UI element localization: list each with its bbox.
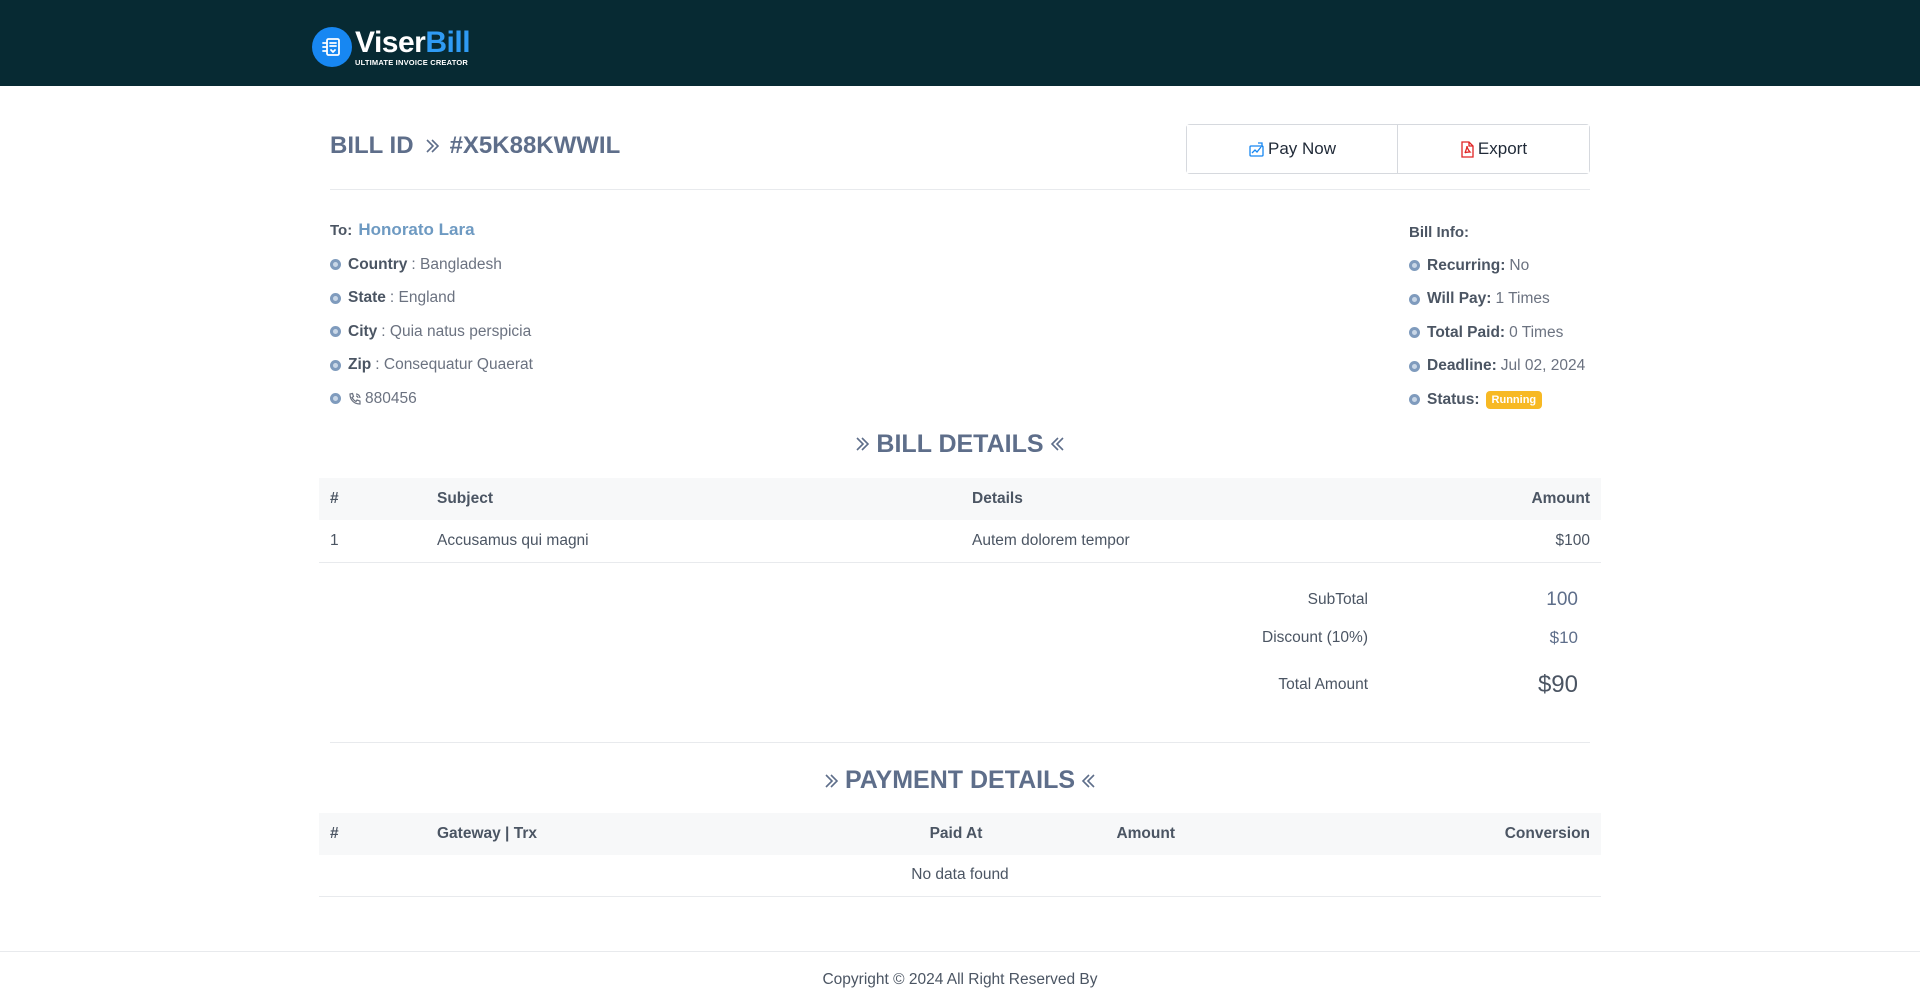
- double-chevron-right-icon: [823, 773, 839, 789]
- total-value: $90: [1537, 670, 1578, 698]
- column-header: Amount: [1421, 478, 1601, 520]
- export-button[interactable]: Export: [1398, 125, 1589, 173]
- bullet-icon: [1409, 394, 1420, 406]
- recurring-value: No: [1509, 256, 1530, 274]
- list-item: Deadline: Jul 02, 2024: [1409, 350, 1585, 384]
- bullet-icon: [330, 259, 341, 271]
- total-paid-value: 0 Times: [1509, 323, 1564, 341]
- discount-row: Discount (10%) $10: [1168, 628, 1578, 648]
- export-label: Export: [1477, 139, 1528, 158]
- totals-section: SubTotal 100 Discount (10%) $10 Total Am…: [330, 563, 1590, 743]
- payment-details-table: # Gateway | Trx Paid At Amount Conversio…: [319, 812, 1601, 897]
- bill-id-title: BILL ID #X5K88KWWIL: [330, 132, 620, 160]
- discount-label: Discount (10%): [1262, 628, 1368, 646]
- double-chevron-left-icon: [1050, 436, 1066, 452]
- total-label: Total Amount: [1278, 675, 1368, 693]
- copyright-text: Copyright © 2024 All Right Reserved By: [822, 971, 1098, 988]
- list-item: Total Paid: 0 Times: [1409, 316, 1585, 350]
- bill-details-title: BILL DETAILS: [330, 426, 1590, 462]
- bullet-icon: [330, 326, 341, 338]
- brand-name: ViserBill: [355, 25, 471, 59]
- bill-id-label: BILL ID: [330, 132, 414, 159]
- subtotal-row: SubTotal 100: [1168, 589, 1578, 611]
- list-item: Will Pay: 1 Times: [1409, 283, 1585, 317]
- column-header: Gateway | Trx: [426, 812, 876, 855]
- double-chevron-right-icon: [854, 436, 870, 452]
- invoice-icon: [312, 27, 352, 67]
- bullet-icon: [1409, 293, 1420, 305]
- list-item: Zip: Consequatur Quaerat: [330, 349, 533, 383]
- double-chevron-left-icon: [1081, 773, 1097, 789]
- bill-info-title: Bill Info:: [1409, 224, 1469, 241]
- bill-header: BILL ID #X5K88KWWIL Pay Now Export: [330, 86, 1590, 190]
- table-row: 1 Accusamus qui magni Autem dolorem temp…: [319, 520, 1601, 563]
- empty-state-text: No data found: [319, 854, 1601, 897]
- list-item: Status: Running: [1409, 383, 1585, 417]
- discount-value: $10: [1549, 627, 1578, 647]
- column-header: Subject: [426, 478, 961, 520]
- bill-page: BILL ID #X5K88KWWIL Pay Now Export To: H…: [319, 86, 1601, 897]
- table-cell: Accusamus qui magni: [426, 520, 961, 563]
- recipient-zip: Consequatur Quaerat: [383, 356, 533, 374]
- bill-id-value: #X5K88KWWIL: [449, 132, 621, 159]
- top-header: ViserBill ULTIMATE INVOICE CREATOR: [0, 0, 1920, 86]
- recipient-state: England: [398, 289, 456, 307]
- recipient-address-list: Country: Bangladesh State: England City:…: [330, 248, 533, 416]
- table-header-row: # Gateway | Trx Paid At Amount Conversio…: [319, 812, 1601, 855]
- subtotal-label: SubTotal: [1307, 590, 1368, 608]
- column-header: Conversion: [1186, 812, 1601, 855]
- bullet-icon: [1409, 360, 1420, 372]
- brand-tagline: ULTIMATE INVOICE CREATOR: [355, 57, 468, 67]
- brand-logo[interactable]: ViserBill ULTIMATE INVOICE CREATOR: [312, 25, 471, 67]
- subtotal-value: 100: [1546, 588, 1578, 610]
- bill-meta-block: Bill Info: Recurring: No Will Pay: 1 Times…: [1409, 224, 1585, 417]
- bullet-icon: [1409, 327, 1420, 339]
- status-badge: Running: [1485, 390, 1543, 409]
- payment-details-title: PAYMENT DETAILS: [330, 763, 1590, 799]
- table-cell: 1: [319, 520, 426, 563]
- list-item: Recurring: No: [1409, 249, 1585, 283]
- bill-actions: Pay Now Export: [1186, 124, 1590, 174]
- table-header-row: # Subject Details Amount: [319, 478, 1601, 520]
- deadline-value: Jul 02, 2024: [1500, 357, 1586, 375]
- bullet-icon: [330, 393, 341, 405]
- list-item: City: Quia natus perspicia: [330, 315, 533, 349]
- column-header: Amount: [1036, 812, 1186, 855]
- list-item: Country: Bangladesh: [330, 248, 533, 282]
- bill-meta-list: Recurring: No Will Pay: 1 Times Total Paid…: [1409, 249, 1585, 417]
- phone-icon: [348, 392, 362, 406]
- bill-info-section: To: Honorato Lara Country: Bangladesh St…: [330, 190, 1590, 426]
- column-header: #: [319, 812, 426, 855]
- column-header: #: [319, 478, 426, 520]
- bullet-icon: [330, 292, 341, 304]
- table-row: No data found: [319, 854, 1601, 897]
- column-header: Paid At: [876, 812, 1036, 855]
- double-chevron-right-icon: [424, 138, 440, 154]
- bullet-icon: [330, 359, 341, 371]
- list-item: 880456: [330, 382, 533, 416]
- recipient-country: Bangladesh: [420, 255, 502, 273]
- column-header: Details: [961, 478, 1421, 520]
- pay-now-button[interactable]: Pay Now: [1187, 125, 1398, 173]
- total-row: Total Amount $90: [1168, 671, 1578, 699]
- table-cell: $100: [1421, 520, 1601, 563]
- bullet-icon: [1409, 260, 1420, 272]
- list-item: State: England: [330, 282, 533, 316]
- pay-now-label: Pay Now: [1267, 139, 1337, 158]
- recipient-block: To: Honorato Lara Country: Bangladesh St…: [330, 220, 533, 416]
- recipient-phone: 880456: [365, 389, 417, 407]
- payment-chart-icon: [1248, 141, 1265, 158]
- recipient-heading: To: Honorato Lara: [330, 220, 475, 239]
- pdf-icon: [1460, 140, 1475, 158]
- table-cell: Autem dolorem tempor: [961, 520, 1421, 563]
- recipient-name[interactable]: Honorato Lara: [358, 220, 474, 239]
- page-footer: Copyright © 2024 All Right Reserved By: [0, 951, 1920, 1008]
- recipient-city: Quia natus perspicia: [389, 322, 532, 340]
- will-pay-value: 1 Times: [1495, 290, 1550, 308]
- bill-details-table: # Subject Details Amount 1 Accusamus qui…: [319, 478, 1601, 563]
